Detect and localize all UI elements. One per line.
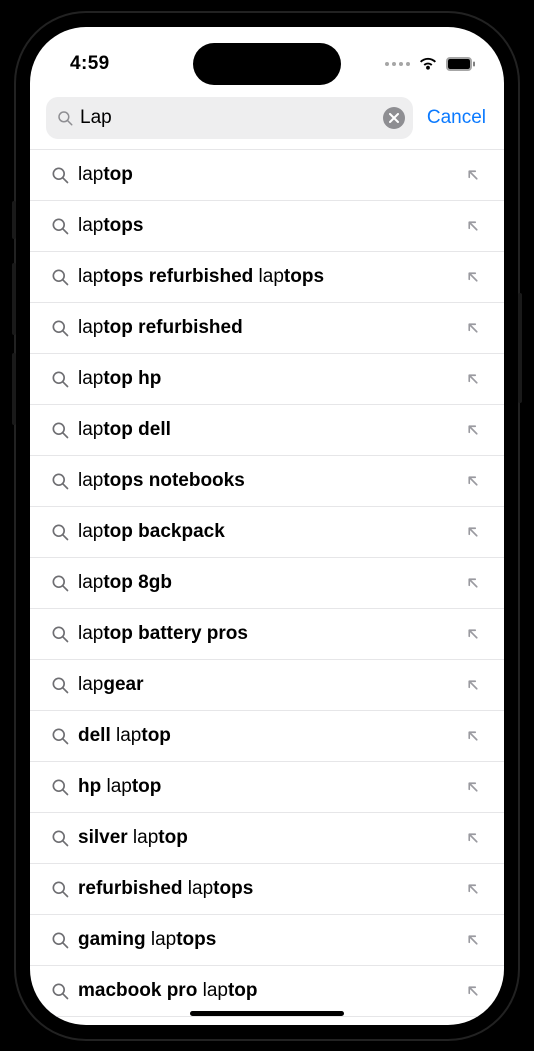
search-icon: [44, 726, 76, 746]
suggestion-text: laptop dell: [76, 419, 458, 441]
insert-arrow-icon[interactable]: [458, 523, 488, 541]
search-icon: [44, 981, 76, 1001]
insert-arrow-icon[interactable]: [458, 778, 488, 796]
insert-arrow-icon[interactable]: [458, 217, 488, 235]
search-icon: [44, 420, 76, 440]
side-button: [12, 201, 16, 239]
insert-arrow-icon[interactable]: [458, 982, 488, 1000]
insert-arrow-icon[interactable]: [458, 727, 488, 745]
volume-up-button: [12, 263, 16, 335]
insert-arrow-icon[interactable]: [458, 319, 488, 337]
insert-arrow-icon[interactable]: [458, 625, 488, 643]
insert-arrow-icon[interactable]: [458, 880, 488, 898]
search-icon: [44, 471, 76, 491]
suggestion-row[interactable]: silver laptop: [30, 813, 504, 864]
suggestion-row[interactable]: laptop hp: [30, 354, 504, 405]
suggestion-text: refurbished laptops: [76, 878, 458, 900]
suggestion-text: laptop hp: [76, 368, 458, 390]
search-icon: [44, 879, 76, 899]
insert-arrow-icon[interactable]: [458, 268, 488, 286]
dynamic-island: [193, 43, 341, 85]
suggestion-row[interactable]: laptop dell: [30, 405, 504, 456]
search-icon: [44, 216, 76, 236]
search-icon: [44, 573, 76, 593]
suggestion-text: laptop 8gb: [76, 572, 458, 594]
suggestion-text: laptops notebooks: [76, 470, 458, 492]
suggestion-text: laptops: [76, 215, 458, 237]
search-icon: [44, 318, 76, 338]
insert-arrow-icon[interactable]: [458, 166, 488, 184]
cancel-button[interactable]: Cancel: [425, 107, 488, 129]
suggestion-row[interactable]: laptop refurbished: [30, 303, 504, 354]
search-icon: [44, 522, 76, 542]
suggestion-text: laptop refurbished: [76, 317, 458, 339]
insert-arrow-icon[interactable]: [458, 370, 488, 388]
suggestion-row[interactable]: gaming laptops: [30, 915, 504, 966]
battery-icon: [446, 57, 476, 71]
suggestion-text: lapgear: [76, 674, 458, 696]
suggestion-row[interactable]: hp laptop: [30, 762, 504, 813]
insert-arrow-icon[interactable]: [458, 676, 488, 694]
insert-arrow-icon[interactable]: [458, 421, 488, 439]
insert-arrow-icon[interactable]: [458, 472, 488, 490]
insert-arrow-icon[interactable]: [458, 574, 488, 592]
suggestion-text: laptops refurbished laptops: [76, 266, 458, 288]
suggestion-row[interactable]: laptop 8gb: [30, 558, 504, 609]
suggestion-row[interactable]: lapgear: [30, 660, 504, 711]
search-icon: [44, 267, 76, 287]
suggestion-text: laptop: [76, 164, 458, 186]
search-icon: [44, 675, 76, 695]
suggestion-row[interactable]: laptops notebooks: [30, 456, 504, 507]
screen: 4:59 Cancel: [30, 27, 504, 1025]
search-icon: [44, 930, 76, 950]
suggestion-text: laptop backpack: [76, 521, 458, 543]
suggestion-text: dell laptop: [76, 725, 458, 747]
search-icon: [44, 777, 76, 797]
suggestion-row[interactable]: laptop battery pros: [30, 609, 504, 660]
suggestion-text: laptop battery pros: [76, 623, 458, 645]
search-field[interactable]: [46, 97, 413, 139]
search-input[interactable]: [74, 107, 383, 129]
status-right: [385, 46, 476, 71]
search-icon: [44, 828, 76, 848]
suggestion-list: laptop laptops laptops refurbished laptops…: [30, 149, 504, 1017]
suggestion-row[interactable]: laptops: [30, 201, 504, 252]
volume-down-button: [12, 353, 16, 425]
suggestion-text: gaming laptops: [76, 929, 458, 951]
search-icon: [44, 165, 76, 185]
status-dots-icon: [385, 62, 410, 66]
clear-search-button[interactable]: [383, 107, 405, 129]
suggestion-row[interactable]: macbook pro laptop: [30, 966, 504, 1017]
suggestion-text: macbook pro laptop: [76, 980, 458, 1002]
home-indicator[interactable]: [190, 1011, 344, 1016]
suggestion-row[interactable]: laptop: [30, 150, 504, 201]
suggestion-row[interactable]: dell laptop: [30, 711, 504, 762]
search-icon: [56, 109, 74, 127]
suggestion-row[interactable]: refurbished laptops: [30, 864, 504, 915]
search-bar: Cancel: [30, 91, 504, 149]
wifi-icon: [418, 56, 438, 71]
suggestion-row[interactable]: laptop backpack: [30, 507, 504, 558]
phone-frame: 4:59 Cancel: [16, 13, 518, 1039]
insert-arrow-icon[interactable]: [458, 829, 488, 847]
suggestion-row[interactable]: laptops refurbished laptops: [30, 252, 504, 303]
power-button: [518, 293, 522, 403]
status-time: 4:59: [70, 43, 110, 75]
suggestion-text: silver laptop: [76, 827, 458, 849]
suggestion-text: hp laptop: [76, 776, 458, 798]
insert-arrow-icon[interactable]: [458, 931, 488, 949]
search-icon: [44, 369, 76, 389]
search-icon: [44, 624, 76, 644]
